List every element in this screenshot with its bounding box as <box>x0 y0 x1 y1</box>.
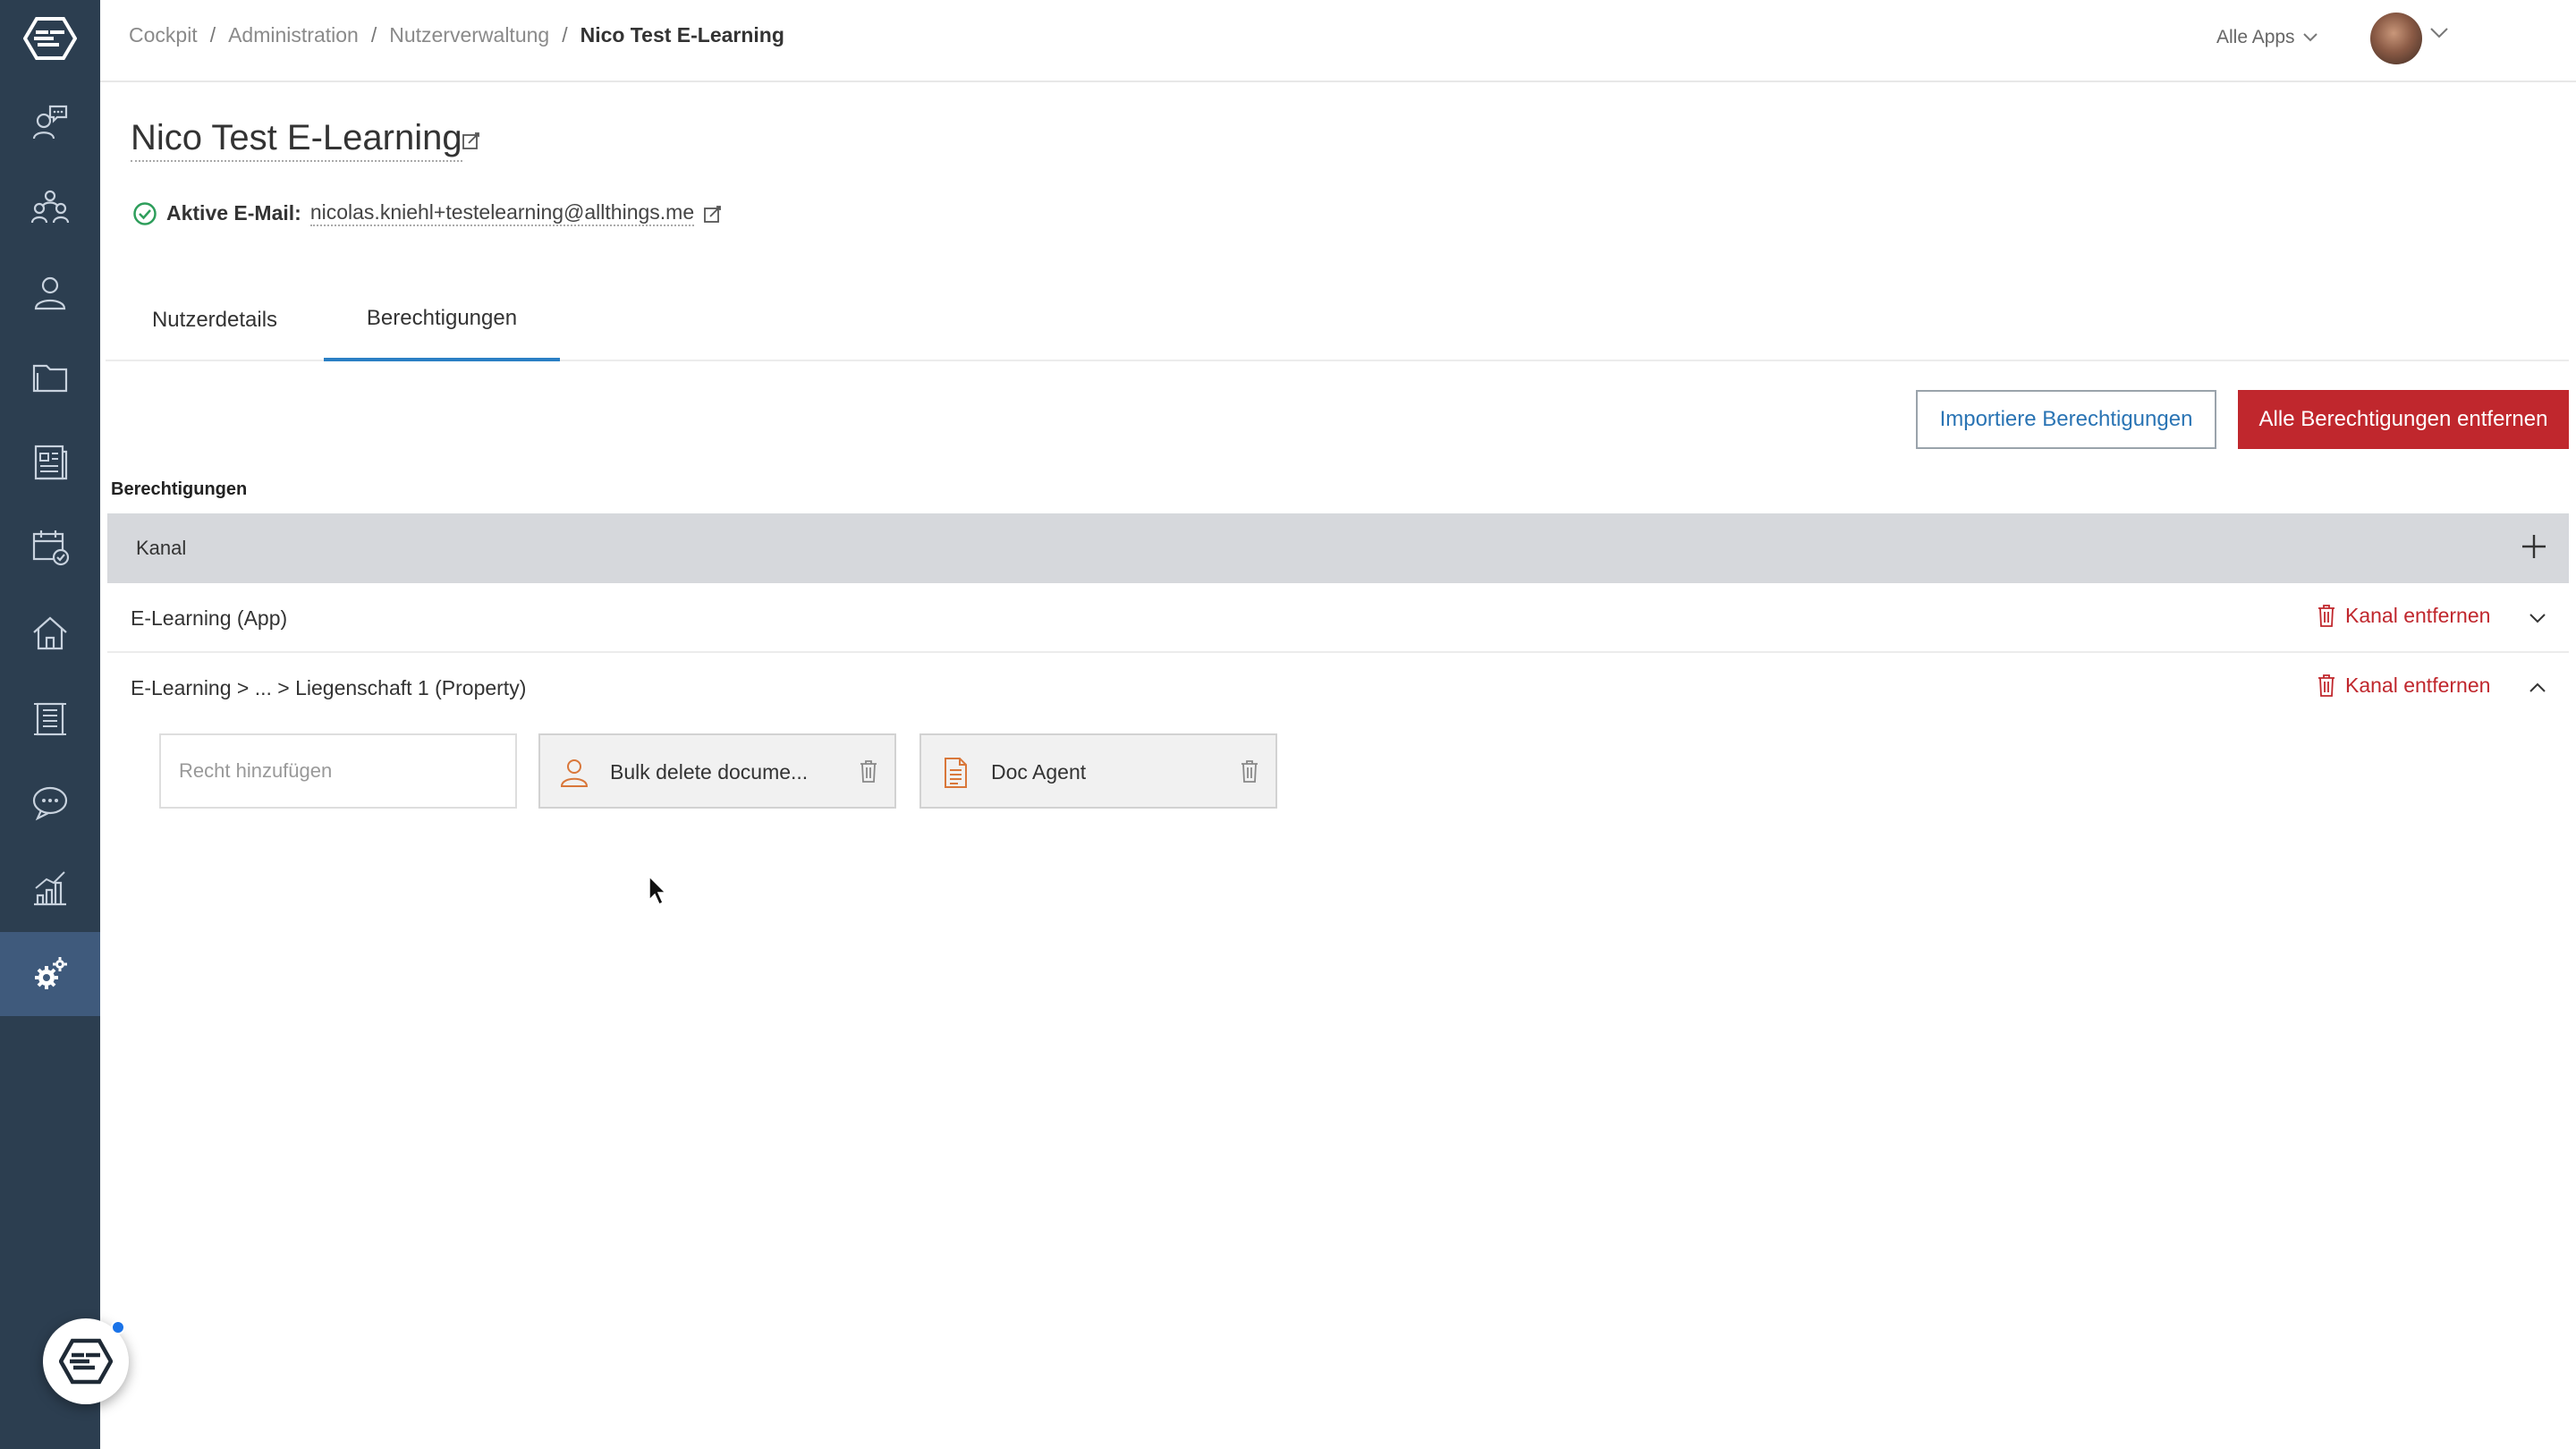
right-chip: Bulk delete docume... <box>538 733 896 809</box>
home-icon <box>33 616 67 650</box>
email-value[interactable]: nicolas.kniehl+testelearning@allthings.m… <box>309 200 695 226</box>
sidebar-item-news[interactable] <box>0 420 100 504</box>
right-chip-label: Doc Agent <box>991 760 1087 784</box>
breadcrumb: Cockpit / Administration / Nutzerverwalt… <box>129 23 784 47</box>
remove-channel-button[interactable]: Kanal entfernen <box>2317 673 2490 698</box>
breadcrumb-separator: / <box>562 23 568 47</box>
apps-filter-select[interactable]: Alle Apps <box>2216 27 2318 48</box>
breadcrumb-separator: / <box>209 23 216 47</box>
top-header: Cockpit / Administration / Nutzerverwalt… <box>100 0 2576 82</box>
delete-right-trash-icon[interactable] <box>859 758 878 788</box>
delete-right-trash-icon[interactable] <box>1240 758 1259 788</box>
avatar[interactable] <box>2370 13 2422 64</box>
edit-email-icon[interactable] <box>703 204 723 224</box>
import-permissions-button[interactable]: Importiere Berechtigungen <box>1916 390 2216 449</box>
check-circle-icon <box>133 201 157 225</box>
channel-row: E-Learning > ... > Liegenschaft 1 (Prope… <box>107 655 2569 723</box>
trash-icon <box>2318 605 2334 627</box>
breadcrumb-current: Nico Test E-Learning <box>580 23 784 47</box>
mouse-cursor-icon <box>648 875 669 911</box>
breadcrumb-administration[interactable]: Administration <box>228 23 359 47</box>
channel-label: E-Learning (App) <box>131 606 288 630</box>
bar-chart-icon <box>34 871 66 906</box>
bot-logo-icon <box>59 1338 113 1385</box>
logo-icon[interactable] <box>22 16 78 61</box>
page-title: Nico Test E-Learning <box>131 118 462 162</box>
sidebar-item-files[interactable] <box>0 335 100 419</box>
calendar-check-icon <box>32 530 70 566</box>
sidebar-item-messages[interactable] <box>0 760 100 844</box>
newspaper-icon <box>34 445 68 480</box>
user-menu-chevron-icon[interactable] <box>2429 27 2449 44</box>
remove-channel-label: Kanal entfernen <box>2345 603 2491 627</box>
tab-bar: Nutzerdetails Berechtigungen <box>106 279 2569 361</box>
user-icon <box>558 757 590 793</box>
group-icon <box>30 190 70 224</box>
sidebar-item-home[interactable] <box>0 590 100 674</box>
collapse-chevron-up-icon[interactable] <box>2528 678 2547 702</box>
remove-channel-label: Kanal entfernen <box>2345 673 2491 697</box>
trash-icon <box>2318 674 2334 697</box>
expand-chevron-down-icon[interactable] <box>2528 608 2547 632</box>
active-email-row: Aktive E-Mail: nicolas.kniehl+testelearn… <box>132 200 723 226</box>
tab-permissions[interactable]: Berechtigungen <box>324 279 560 361</box>
sidebar-item-buildings[interactable] <box>0 676 100 760</box>
right-chip-label: Bulk delete docume... <box>610 760 809 784</box>
sidebar-item-users[interactable] <box>0 250 100 335</box>
breadcrumb-cockpit[interactable]: Cockpit <box>129 23 198 47</box>
sidebar-item-analytics[interactable] <box>0 846 100 930</box>
folder-icon <box>32 364 68 393</box>
right-chip: Doc Agent <box>919 733 1277 809</box>
add-channel-icon[interactable] <box>2519 531 2549 566</box>
edit-name-icon[interactable] <box>462 131 481 155</box>
channel-header: Kanal <box>107 513 2569 583</box>
chevron-down-icon <box>2302 33 2318 42</box>
gears-icon <box>35 957 67 989</box>
sidebar <box>0 0 129 1449</box>
channel-header-label: Kanal <box>136 537 187 559</box>
sidebar-item-settings[interactable] <box>0 932 100 1016</box>
channel-label: E-Learning > ... > Liegenschaft 1 (Prope… <box>131 676 527 699</box>
sidebar-item-support[interactable] <box>0 80 100 165</box>
notification-dot <box>111 1320 125 1335</box>
chat-bubble-icon <box>32 786 68 821</box>
email-label: Aktive E-Mail: <box>166 201 301 225</box>
breadcrumb-separator: / <box>370 23 377 47</box>
remove-all-permissions-button[interactable]: Alle Berechtigungen entfernen <box>2238 390 2569 449</box>
breadcrumb-user-management[interactable]: Nutzerverwaltung <box>389 23 549 47</box>
remove-channel-button[interactable]: Kanal entfernen <box>2317 603 2490 628</box>
sidebar-item-groups[interactable] <box>0 165 100 249</box>
app-root: Cockpit / Administration / Nutzerverwalt… <box>0 0 2576 1449</box>
apps-filter-label: Alle Apps <box>2216 27 2295 47</box>
user-icon <box>34 276 66 310</box>
tab-user-details[interactable]: Nutzerdetails <box>106 279 324 361</box>
add-right-input[interactable] <box>159 733 517 809</box>
channel-row: E-Learning (App) Kanal entfernen <box>107 585 2569 653</box>
permissions-section-label: Berechtigungen <box>111 479 248 499</box>
document-icon <box>939 757 971 793</box>
assistant-bot-button[interactable] <box>43 1318 129 1404</box>
sidebar-item-calendar[interactable] <box>0 504 100 589</box>
support-chat-icon <box>32 105 68 140</box>
building-icon <box>34 702 66 736</box>
